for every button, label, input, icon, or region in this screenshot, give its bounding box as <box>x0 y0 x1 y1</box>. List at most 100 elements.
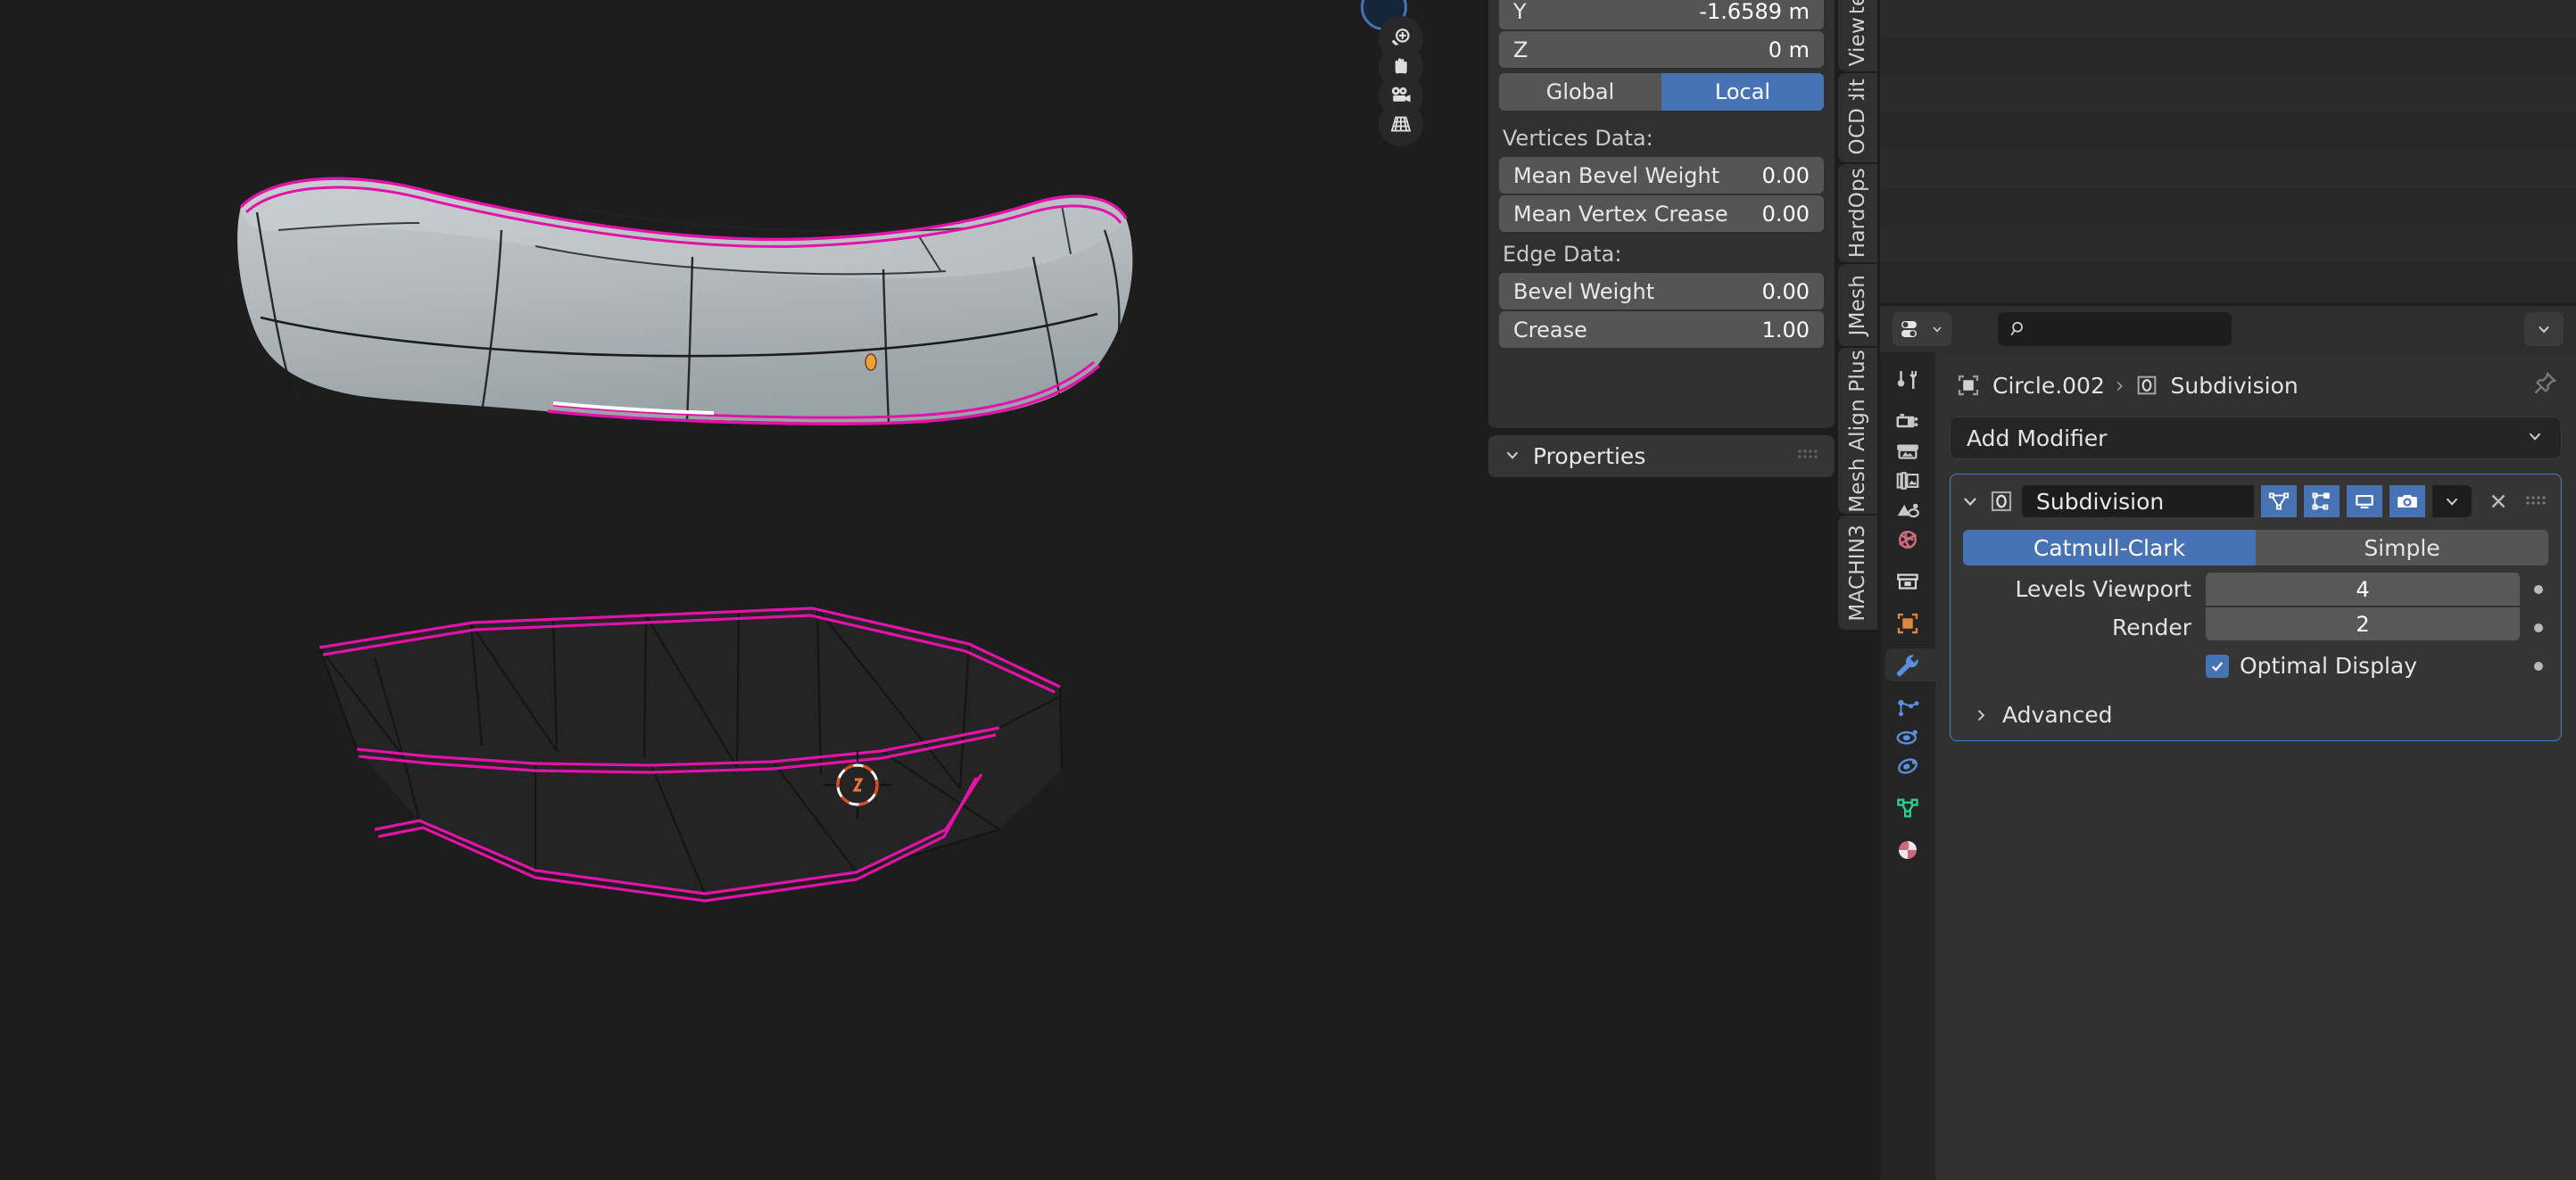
sidebar-tab-machin3[interactable]: MACHIN3 <box>1838 516 1877 630</box>
subdivision-type-catmull-clark[interactable]: Catmull-Clark <box>1963 530 2256 565</box>
breadcrumb-modifier-name[interactable]: Subdivision <box>2170 373 2298 399</box>
modifier-toggle-on-cage[interactable] <box>2261 485 2297 517</box>
tab-label: HardOps <box>1846 168 1869 259</box>
properties-tab-object[interactable] <box>1880 608 1935 638</box>
object-origin-dot <box>865 353 877 371</box>
chevron-down-icon <box>2539 326 2549 334</box>
toggle-perspective-button[interactable] <box>1379 102 1423 146</box>
chevron-down-icon <box>2525 425 2545 451</box>
properties-tab-modifiers[interactable] <box>1880 648 1935 681</box>
orientation-global-button[interactable]: Global <box>1499 73 1661 111</box>
grid-perspective-icon <box>1390 116 1412 132</box>
subdivision-type-simple[interactable]: Simple <box>2256 530 2548 565</box>
chevron-down-icon <box>1503 445 1522 468</box>
subdivision-type-toggle-group: Catmull-Clark Simple <box>1963 530 2548 565</box>
mean-bevel-weight-value: 0.00 <box>1761 162 1810 188</box>
modifier-extras-dropdown[interactable] <box>2432 485 2472 517</box>
modifier-header: Subdivision <box>1959 482 2552 521</box>
transform-y-value: -1.6589 m <box>1699 0 1810 24</box>
properties-tab-render[interactable] <box>1880 407 1935 436</box>
pin-icon[interactable] <box>2531 370 2558 400</box>
editor-type-selector[interactable] <box>1893 312 1951 346</box>
mean-bevel-weight-field[interactable]: Mean Bevel Weight 0.00 <box>1499 157 1824 194</box>
vertices-data-header: Vertices Data: <box>1503 126 1653 151</box>
object-square-icon <box>1897 613 1918 633</box>
sidebar-tab-ocd[interactable]: OCD <box>1838 100 1877 162</box>
properties-tab-material[interactable] <box>1880 835 1935 864</box>
tab-label: OCD <box>1846 107 1869 155</box>
modifier-expand-chevron-icon[interactable] <box>1959 491 1981 512</box>
viewport-tab-strip: Item View Edit OCD HardOps JMesh Mesh Al… <box>1835 0 1880 1180</box>
header-options-dropdown[interactable] <box>2524 312 2564 346</box>
modifier-toggle-render[interactable] <box>2390 485 2425 517</box>
edge-data-header: Edge Data: <box>1503 242 1622 267</box>
sidebar-tab-hardops[interactable]: HardOps <box>1838 164 1877 262</box>
subdivided-hull-mesh <box>237 177 1133 425</box>
render-levels-input[interactable]: 2 <box>2206 607 2520 640</box>
edge-crease-field[interactable]: Crease 1.00 <box>1499 311 1824 348</box>
constraints-icon <box>1898 757 1918 774</box>
properties-tab-physics[interactable] <box>1880 722 1935 751</box>
sidebar-tab-mesh-align-plus[interactable]: Mesh Align Plus <box>1838 348 1877 514</box>
animate-property-dot[interactable] <box>2534 623 2543 632</box>
outliner-editor[interactable] <box>1880 0 2576 303</box>
properties-tab-collection[interactable] <box>1880 566 1935 596</box>
transform-y-field[interactable]: Y -1.6589 m <box>1499 0 1824 29</box>
advanced-subpanel-toggle[interactable]: Advanced <box>1959 702 2552 728</box>
particles-icon <box>1898 699 1919 716</box>
modifier-name-input[interactable]: Subdivision <box>2022 485 2254 517</box>
outliner-row <box>1880 0 2576 37</box>
properties-tab-constraints[interactable] <box>1880 751 1935 780</box>
transform-z-field[interactable]: Z 0 m <box>1499 31 1824 68</box>
levels-viewport-input[interactable]: 4 <box>2206 573 2520 606</box>
modifier-toggle-realtime[interactable] <box>2347 485 2382 517</box>
tab-label: JMesh <box>1846 274 1869 336</box>
properties-editor-header <box>1880 306 2576 352</box>
chevron-right-icon <box>1977 709 1985 721</box>
orientation-toggle-group: Global Local <box>1499 73 1824 111</box>
animate-property-dot[interactable] <box>2534 661 2543 671</box>
edit-mode-icon <box>2312 492 2330 510</box>
properties-tab-particles[interactable] <box>1880 692 1935 722</box>
edge-bevel-weight-label: Bevel Weight <box>1513 278 1655 304</box>
properties-body: Circle.002 › Subdivision Add Modifier Su… <box>1935 352 2576 1180</box>
sidebar-properties-panel-header[interactable]: Properties <box>1488 435 1835 477</box>
properties-tab-scene[interactable] <box>1880 495 1935 524</box>
tab-label: View <box>1846 17 1869 67</box>
add-modifier-dropdown[interactable]: Add Modifier <box>1950 417 2562 459</box>
scene-cone-icon <box>1897 503 1919 517</box>
mean-vertex-crease-field[interactable]: Mean Vertex Crease 0.00 <box>1499 195 1824 232</box>
x-close-icon <box>2491 494 2506 508</box>
edge-bevel-weight-field[interactable]: Bevel Weight 0.00 <box>1499 273 1824 309</box>
properties-tab-object-data[interactable] <box>1880 793 1935 822</box>
breadcrumb: Circle.002 › Subdivision <box>1950 365 2562 406</box>
mean-bevel-weight-label: Mean Bevel Weight <box>1513 162 1720 188</box>
sidebar-tab-view[interactable]: View <box>1838 12 1877 71</box>
properties-tab-tool[interactable] <box>1880 365 1935 394</box>
tool-icon <box>1897 370 1917 389</box>
mesh-data-triangle-icon <box>1897 798 1918 817</box>
outliner-row <box>1880 37 2576 75</box>
sidebar-tab-jmesh[interactable]: JMesh <box>1838 264 1877 346</box>
search-input[interactable] <box>1998 312 2232 346</box>
3d-viewport[interactable]: Y -1.6589 m Z 0 m Global Local Vertices … <box>0 0 1838 1180</box>
modifier-toggle-edit-mode[interactable] <box>2304 485 2340 517</box>
optimal-display-checkbox[interactable] <box>2206 654 2229 678</box>
drag-grip-icon[interactable] <box>1797 447 1820 466</box>
properties-tab-world[interactable] <box>1880 524 1935 554</box>
animate-property-dot[interactable] <box>2534 584 2543 594</box>
edge-crease-value: 1.00 <box>1761 317 1810 342</box>
printer-output-icon <box>1897 444 1918 459</box>
sidebar-properties-title: Properties <box>1533 443 1646 469</box>
mean-vertex-crease-value: 0.00 <box>1761 201 1810 227</box>
modifier-drag-grip-icon[interactable] <box>2525 493 2552 509</box>
chevron-down-icon <box>1933 326 1942 333</box>
modifier-delete-button[interactable] <box>2479 490 2518 513</box>
breadcrumb-object-name[interactable]: Circle.002 <box>1992 373 2105 399</box>
tab-label: Mesh Align Plus <box>1846 349 1869 513</box>
properties-tab-view-layer[interactable] <box>1880 466 1935 495</box>
transform-z-label: Z <box>1513 37 1528 62</box>
properties-tab-output[interactable] <box>1880 436 1935 466</box>
orientation-local-button[interactable]: Local <box>1661 73 1824 111</box>
breadcrumb-separator: › <box>2115 373 2125 398</box>
